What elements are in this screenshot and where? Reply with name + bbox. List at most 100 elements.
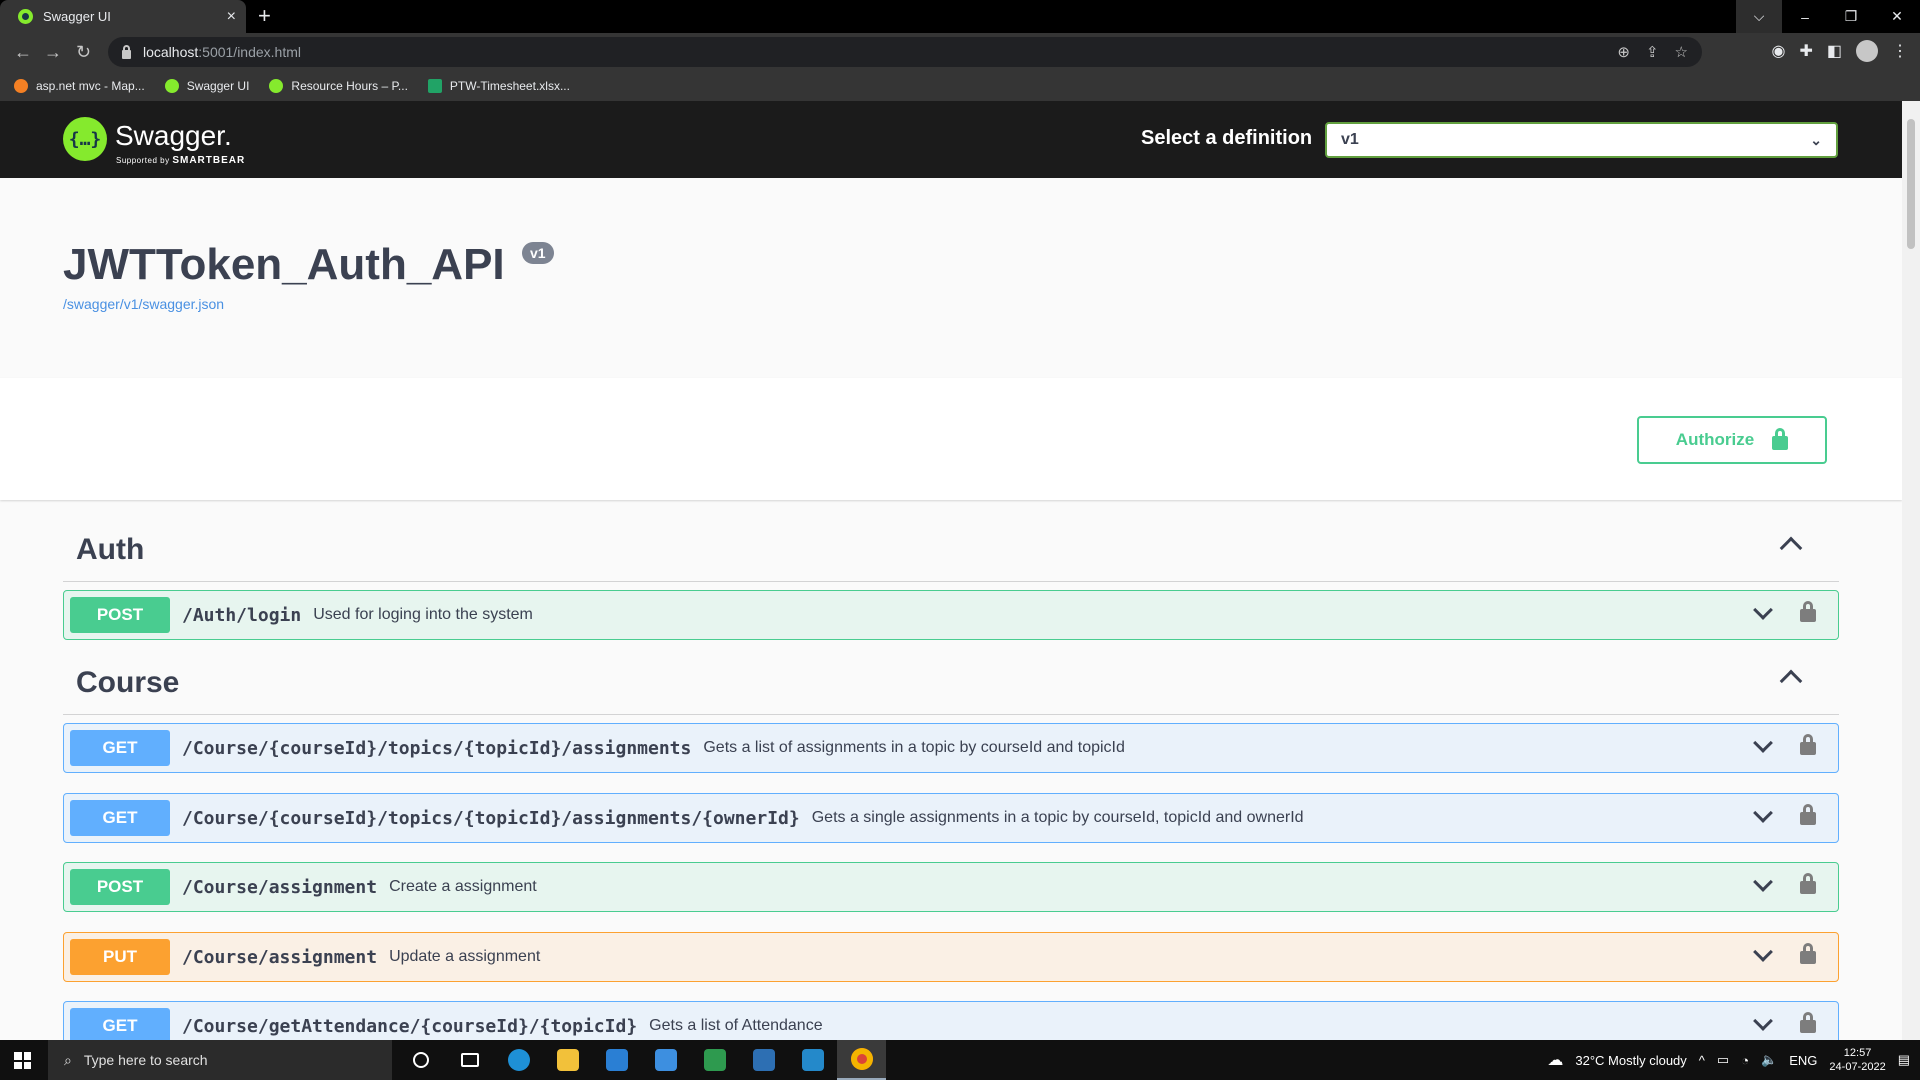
operation-block[interactable]: POST /Course/assignment Create a assignm…: [63, 862, 1839, 912]
swagger-topbar: {…} Swagger. Supported by SMARTBEAR Sele…: [0, 101, 1902, 178]
weather-text[interactable]: 32°C Mostly cloudy: [1575, 1053, 1686, 1068]
unlocked-icon: [1772, 428, 1789, 450]
tag-section-course[interactable]: Course: [63, 640, 1839, 715]
language-indicator[interactable]: ENG: [1789, 1053, 1817, 1068]
operation-block[interactable]: GET /Course/{courseId}/topics/{topicId}/…: [63, 723, 1839, 773]
battery-icon[interactable]: ▭: [1717, 1052, 1729, 1068]
page-scrollbar[interactable]: [1902, 101, 1920, 1040]
resource-hours-icon: [269, 79, 284, 93]
vscode-icon[interactable]: [788, 1040, 837, 1080]
browser-tabbar: Swagger UI × + ⌵ – ❐ ✕: [0, 0, 1920, 33]
operation-path: /Course/getAttendance/{courseId}/{topicI…: [182, 1015, 638, 1037]
share-icon[interactable]: ⇪: [1646, 43, 1659, 61]
notification-icon[interactable]: ▤: [1898, 1052, 1910, 1068]
file-explorer-icon[interactable]: [543, 1040, 592, 1080]
method-badge: GET: [70, 800, 170, 836]
chevron-down-icon[interactable]: [1753, 941, 1773, 962]
browser-menu-icon[interactable]: ⋮: [1892, 41, 1908, 61]
scheme-container: Authorize: [0, 378, 1902, 500]
store-icon[interactable]: [592, 1040, 641, 1080]
operation-summary: Used for loging into the system: [313, 606, 533, 623]
bookmark-label: PTW-Timesheet.xlsx...: [449, 79, 570, 93]
lock-icon[interactable]: [1800, 601, 1816, 622]
lock-icon[interactable]: [1800, 734, 1816, 755]
windows-start-icon[interactable]: [14, 1052, 31, 1069]
extension-avatar-icon[interactable]: ◉: [1772, 41, 1786, 61]
swagger-logo-icon[interactable]: {…}: [63, 117, 107, 161]
profile-avatar[interactable]: [1856, 40, 1878, 62]
show-hidden-icons[interactable]: ^: [1699, 1053, 1705, 1068]
chevron-up-icon[interactable]: [1779, 669, 1803, 693]
new-tab-button[interactable]: +: [258, 4, 271, 28]
operation-block[interactable]: GET /Course/{courseId}/topics/{topicId}/…: [63, 793, 1839, 843]
operation-summary: Gets a single assignments in a topic by …: [811, 809, 1304, 826]
spec-json-link[interactable]: /swagger/v1/swagger.json: [63, 296, 224, 312]
api-info: JWTToken_Auth_API v1 /swagger/v1/swagger…: [0, 178, 1902, 378]
method-badge: GET: [70, 1008, 170, 1044]
bookmark-star-icon[interactable]: ☆: [1675, 43, 1688, 61]
operation-block[interactable]: POST /Auth/login Used for loging into th…: [63, 590, 1839, 640]
chevron-down-icon[interactable]: [1753, 1010, 1773, 1031]
lock-icon[interactable]: [1800, 943, 1816, 964]
volume-icon[interactable]: 🔈: [1761, 1052, 1777, 1068]
chevron-down-icon[interactable]: [1753, 732, 1773, 753]
tab-close-icon[interactable]: ×: [227, 8, 236, 26]
tag-section-auth[interactable]: Auth: [63, 500, 1839, 582]
forward-icon[interactable]: →: [44, 41, 62, 63]
network-icon[interactable]: ◔: [1741, 1053, 1749, 1068]
excel-app-icon[interactable]: [690, 1040, 739, 1080]
scrollbar-thumb[interactable]: [1907, 119, 1915, 249]
operation-path: /Course/{courseId}/topics/{topicId}/assi…: [182, 807, 800, 829]
weather-cloud-icon[interactable]: ☁: [1547, 1050, 1563, 1070]
cortana-icon[interactable]: [396, 1040, 445, 1080]
version-badge: v1: [522, 242, 554, 264]
remote-desktop-icon[interactable]: [739, 1040, 788, 1080]
windows-taskbar: ⌕ Type here to search ☁ 32°C Mostly clou…: [0, 1040, 1920, 1080]
clock[interactable]: 12:57 24-07-2022: [1829, 1046, 1885, 1074]
taskbar-search[interactable]: ⌕ Type here to search: [48, 1040, 392, 1080]
tab-search-icon[interactable]: ⌵: [1736, 0, 1782, 33]
operation-summary: Create a assignment: [389, 878, 537, 895]
extension-area: ◉ ✚ ◧ ⋮: [1772, 40, 1908, 62]
address-bar-row: ← → ↻ localhost:5001/index.html ⊕ ⇪ ☆ ◉ …: [0, 33, 1920, 71]
edge-icon[interactable]: [494, 1040, 543, 1080]
back-icon[interactable]: ←: [14, 41, 32, 63]
chevron-up-icon[interactable]: [1779, 536, 1803, 560]
browser-tab[interactable]: Swagger UI ×: [0, 0, 246, 33]
minimize-button[interactable]: –: [1782, 0, 1828, 33]
bookmark-item[interactable]: asp.net mvc - Map...: [14, 79, 145, 93]
mail-icon[interactable]: [641, 1040, 690, 1080]
chevron-down-icon[interactable]: [1753, 599, 1773, 620]
chevron-down-icon[interactable]: [1753, 871, 1773, 892]
close-window-button[interactable]: ✕: [1874, 0, 1920, 33]
definition-select[interactable]: v1 ⌄: [1325, 122, 1838, 158]
operation-path: /Course/assignment: [182, 946, 378, 968]
url-input[interactable]: localhost:5001/index.html ⊕ ⇪ ☆: [108, 37, 1702, 67]
bookmark-item[interactable]: Resource Hours – P...: [269, 79, 408, 93]
bookmark-item[interactable]: PTW-Timesheet.xlsx...: [427, 79, 570, 93]
secure-lock-icon: [122, 44, 131, 59]
definition-label: Select a definition: [1141, 127, 1313, 149]
reload-icon[interactable]: ↻: [76, 41, 91, 63]
extensions-puzzle-icon[interactable]: ✚: [1799, 41, 1812, 61]
operation-path: /Auth/login: [182, 604, 302, 626]
chevron-down-icon[interactable]: [1753, 802, 1773, 823]
logo-sub-brand: SMARTBEAR: [172, 155, 246, 166]
url-path: :5001/index.html: [198, 44, 301, 60]
operation-block[interactable]: PUT /Course/assignment Update a assignme…: [63, 932, 1839, 982]
side-panel-icon[interactable]: ◧: [1827, 41, 1842, 61]
search-icon: ⌕: [64, 1051, 72, 1068]
bookmark-item[interactable]: Swagger UI: [164, 79, 249, 93]
zoom-icon[interactable]: ⊕: [1617, 43, 1630, 61]
chrome-icon[interactable]: [837, 1040, 886, 1080]
task-view-icon[interactable]: [445, 1040, 494, 1080]
authorize-button[interactable]: Authorize: [1637, 416, 1827, 464]
window-controls: ⌵ – ❐ ✕: [1736, 0, 1920, 33]
restore-button[interactable]: ❐: [1828, 0, 1874, 33]
api-title: JWTToken_Auth_API: [63, 240, 505, 289]
lock-icon[interactable]: [1800, 1012, 1816, 1033]
lock-icon[interactable]: [1800, 873, 1816, 894]
excel-icon: [427, 79, 442, 93]
lock-icon[interactable]: [1800, 804, 1816, 825]
url-actions: ⊕ ⇪ ☆: [1617, 37, 1688, 67]
